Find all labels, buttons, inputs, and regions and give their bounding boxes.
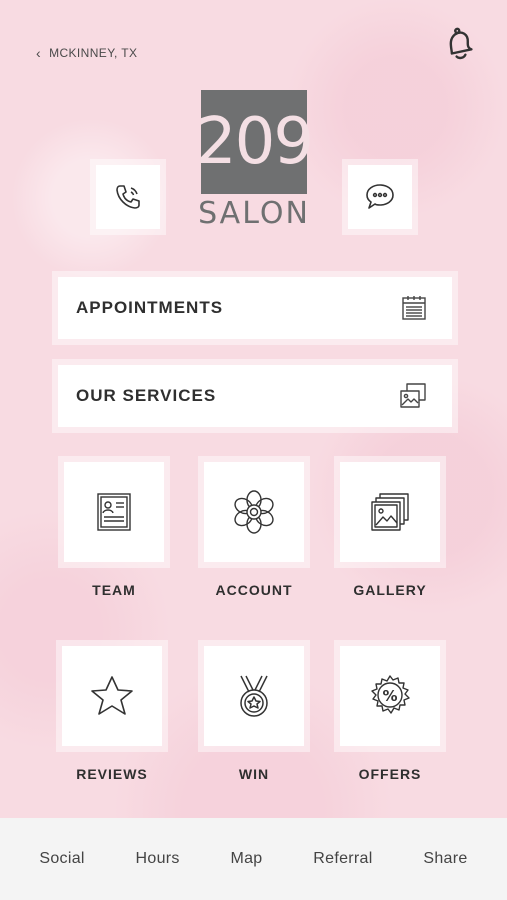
chat-bubble-icon [366,184,394,209]
win-box[interactable] [204,646,304,746]
tab-hours[interactable]: Hours [136,850,180,868]
services-button[interactable]: OUR SERVICES [58,365,452,427]
chat-button[interactable] [348,165,412,229]
phone-icon [116,185,140,209]
salon-logo: 209 SALON [196,90,314,235]
team-label: TEAM [92,582,136,598]
tile-account[interactable]: ACCOUNT [198,462,310,598]
appointments-button[interactable]: APPOINTMENTS [58,277,452,339]
tab-social[interactable]: Social [39,850,84,868]
tile-gallery[interactable]: GALLERY [334,462,446,598]
tile-win[interactable]: WIN [198,646,310,782]
photos-icon [371,493,409,531]
bottom-tab-bar: Social Hours Map Referral Share [0,818,507,900]
location-back-button[interactable]: ‹ MCKINNEY, TX [36,46,137,60]
services-label: OUR SERVICES [76,386,217,405]
location-label: MCKINNEY, TX [49,46,138,60]
photo-stack-icon [400,383,426,408]
appointments-label: APPOINTMENTS [76,298,224,317]
tile-team[interactable]: TEAM [58,462,170,598]
medal-icon [240,675,268,717]
account-label: ACCOUNT [215,582,293,598]
flower-icon [234,490,274,534]
account-box[interactable] [204,462,304,562]
svg-text:%: % [382,687,397,705]
gallery-label: GALLERY [353,582,427,598]
reviews-box[interactable] [62,646,162,746]
logo-word: SALON [198,196,310,231]
tile-reviews[interactable]: REVIEWS [56,646,168,782]
logo-number: 209 [196,90,314,194]
calendar-icon [402,296,426,320]
id-card-icon [97,493,131,531]
win-label: WIN [238,766,270,782]
offers-label: OFFERS [358,766,422,782]
star-icon [91,676,133,715]
chevron-left-icon: ‹ [36,45,42,61]
reviews-label: REVIEWS [76,766,148,782]
tile-offers[interactable]: % OFFERS [334,646,446,782]
tab-share[interactable]: Share [423,850,467,868]
tab-referral[interactable]: Referral [313,850,372,868]
gallery-box[interactable] [340,462,440,562]
call-button[interactable] [96,165,160,229]
tab-map[interactable]: Map [230,850,262,868]
team-box[interactable] [64,462,164,562]
percent-badge-icon: % [371,675,410,714]
offers-box[interactable]: % [340,646,440,746]
bell-icon[interactable] [441,26,475,62]
